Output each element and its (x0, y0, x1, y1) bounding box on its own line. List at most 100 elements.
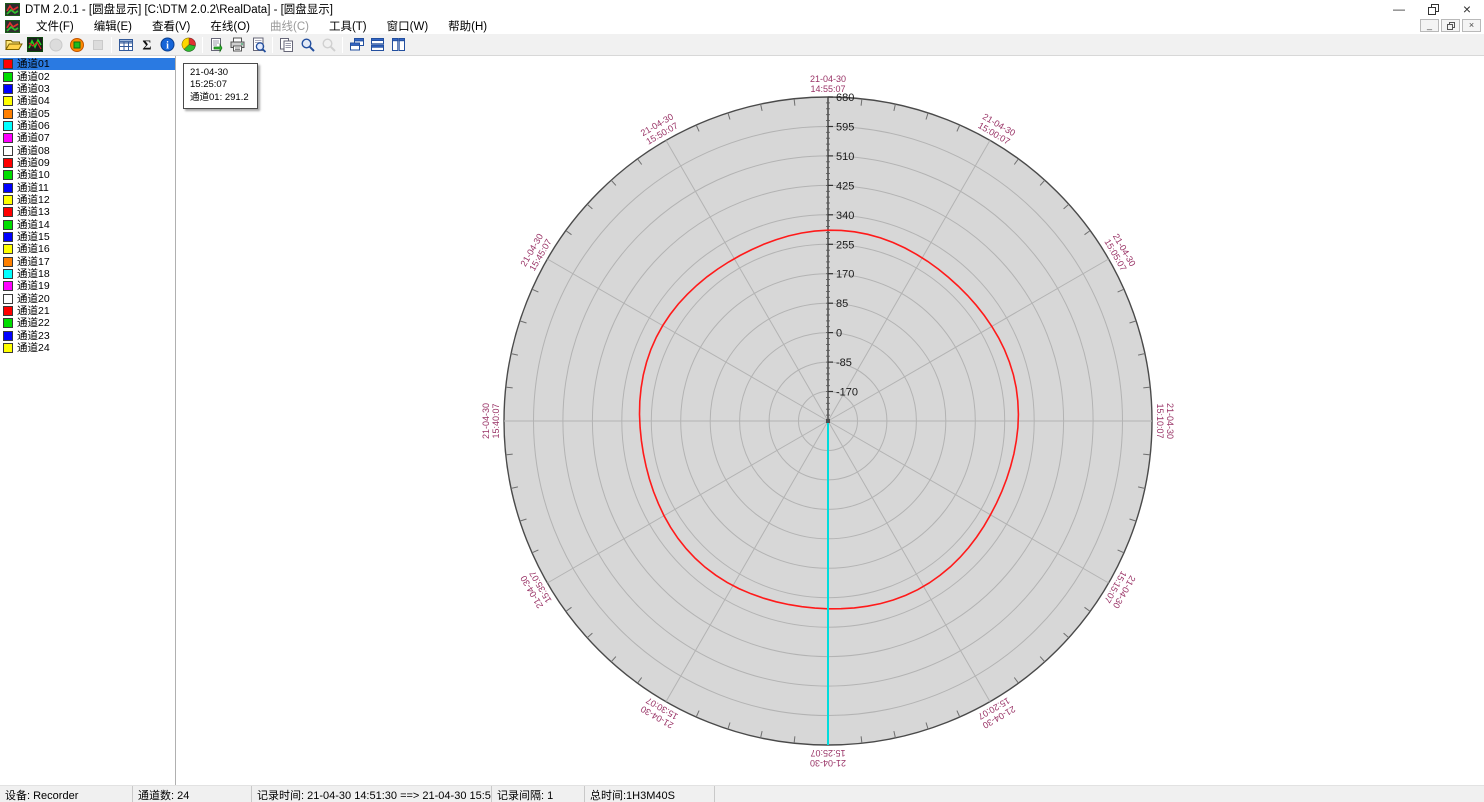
channel-item-通道21[interactable]: 通道21 (0, 305, 175, 317)
mdi-minimize-button[interactable]: _ (1420, 19, 1439, 32)
menu-items: 文件(F)编辑(E)查看(V)在线(O)曲线(C)工具(T)窗口(W)帮助(H) (26, 18, 497, 34)
channel-label: 通道19 (17, 280, 50, 292)
curve-view-button[interactable] (24, 35, 45, 54)
print-preview-button[interactable] (248, 35, 269, 54)
channel-item-通道22[interactable]: 通道22 (0, 317, 175, 329)
export-button[interactable] (206, 35, 227, 54)
status-section-4: 记录间隔: 1 (492, 786, 585, 802)
record-idle-button (45, 35, 66, 54)
menu-4[interactable]: 在线(O) (200, 21, 260, 33)
channel-label: 通道18 (17, 268, 50, 280)
channel-label: 通道07 (17, 132, 50, 144)
channel-item-通道01[interactable]: 通道01 (0, 58, 175, 70)
channel-label: 通道11 (17, 182, 49, 194)
channel-item-通道10[interactable]: 通道10 (0, 169, 175, 181)
channel-item-通道15[interactable]: 通道15 (0, 231, 175, 243)
channel-label: 通道02 (17, 71, 50, 83)
tile-vertical-button[interactable] (388, 35, 409, 54)
menu-3[interactable]: 查看(V) (142, 21, 200, 33)
svg-text:0: 0 (836, 328, 842, 340)
channel-label: 通道12 (17, 194, 50, 206)
channel-item-通道02[interactable]: 通道02 (0, 70, 175, 82)
channel-label: 通道16 (17, 243, 50, 255)
menu-bar: 文件(F)编辑(E)查看(V)在线(O)曲线(C)工具(T)窗口(W)帮助(H)… (0, 18, 1484, 34)
channel-color-swatch (3, 281, 13, 291)
channel-item-通道14[interactable]: 通道14 (0, 218, 175, 230)
record-active-button[interactable] (66, 35, 87, 54)
toolbar-separator (111, 37, 112, 53)
zoom-disabled-icon (321, 37, 337, 53)
menu-1[interactable]: 文件(F) (26, 21, 84, 33)
pie-chart-icon (181, 37, 197, 52)
channel-label: 通道05 (17, 108, 50, 120)
pie-chart-button[interactable] (178, 35, 199, 54)
channel-item-通道16[interactable]: 通道16 (0, 243, 175, 255)
channel-color-swatch (3, 158, 13, 168)
channel-item-通道24[interactable]: 通道24 (0, 342, 175, 354)
channel-item-通道11[interactable]: 通道11 (0, 181, 175, 193)
svg-text:170: 170 (836, 269, 854, 281)
channel-item-通道03[interactable]: 通道03 (0, 83, 175, 95)
menu-6[interactable]: 工具(T) (319, 21, 377, 33)
stop-button (87, 35, 108, 54)
cascade-windows-button[interactable] (346, 35, 367, 54)
svg-text:340: 340 (836, 210, 854, 222)
status-bar: 设备: Recorder通道数: 24记录时间: 21-04-30 14:51:… (0, 785, 1484, 802)
status-section-1: 设备: Recorder (0, 786, 133, 802)
status-section-3: 记录时间: 21-04-30 14:51:30 ==> 21-04-30 15:… (252, 786, 492, 802)
toolbar-separator (342, 37, 343, 53)
close-button[interactable]: × (1450, 0, 1484, 18)
channel-item-通道23[interactable]: 通道23 (0, 330, 175, 342)
channel-item-通道20[interactable]: 通道20 (0, 293, 175, 305)
channel-color-swatch (3, 195, 13, 205)
channel-item-通道07[interactable]: 通道07 (0, 132, 175, 144)
mdi-close-button[interactable]: × (1462, 19, 1481, 32)
record-active-icon (69, 37, 85, 53)
channel-item-通道05[interactable]: 通道05 (0, 107, 175, 119)
mdi-restore-icon (1447, 22, 1455, 30)
channel-color-swatch (3, 170, 13, 180)
toolbar: Σi (0, 34, 1484, 56)
zoom-button[interactable] (297, 35, 318, 54)
print-button[interactable] (227, 35, 248, 54)
title-bar: DTM 2.0.1 - [圆盘显示] [C:\DTM 2.0.2\RealDat… (0, 0, 1484, 18)
cascade-windows-icon (349, 37, 365, 52)
channel-item-通道13[interactable]: 通道13 (0, 206, 175, 218)
minimize-button[interactable]: — (1382, 0, 1416, 18)
channel-label: 通道06 (17, 120, 50, 132)
channel-label: 通道14 (17, 219, 50, 231)
channel-color-swatch (3, 294, 13, 304)
status-section-5: 总时间:1H3M40S (585, 786, 715, 802)
svg-text:-170: -170 (836, 387, 858, 399)
channel-item-通道09[interactable]: 通道09 (0, 157, 175, 169)
channel-item-通道18[interactable]: 通道18 (0, 268, 175, 280)
data-tooltip: 21-04-30 15:25:07 通道01: 291.2 (183, 63, 258, 109)
menu-8[interactable]: 帮助(H) (438, 21, 497, 33)
channel-item-通道06[interactable]: 通道06 (0, 120, 175, 132)
mdi-window-controls: _ × (1420, 19, 1481, 32)
copy-button[interactable] (276, 35, 297, 54)
menu-2[interactable]: 编辑(E) (84, 21, 142, 33)
channel-item-通道12[interactable]: 通道12 (0, 194, 175, 206)
channel-item-通道19[interactable]: 通道19 (0, 280, 175, 292)
channel-color-swatch (3, 244, 13, 254)
channel-item-通道17[interactable]: 通道17 (0, 256, 175, 268)
statistics-sigma-button[interactable]: Σ (136, 35, 157, 54)
data-table-button[interactable] (115, 35, 136, 54)
channel-item-通道08[interactable]: 通道08 (0, 144, 175, 156)
toolbar-separator (202, 37, 203, 53)
document-icon (5, 20, 20, 33)
menu-7[interactable]: 窗口(W) (377, 21, 439, 33)
polar-chart[interactable]: 680595510425340255170850-85-17021-04-301… (176, 56, 1484, 785)
tile-horizontal-button[interactable] (367, 35, 388, 54)
info-button[interactable]: i (157, 35, 178, 54)
mdi-restore-button[interactable] (1441, 19, 1460, 32)
open-file-button[interactable] (3, 35, 24, 54)
svg-text:21-04-3014:55:07: 21-04-3014:55:07 (810, 74, 846, 94)
restore-button[interactable] (1416, 0, 1450, 18)
channel-item-通道04[interactable]: 通道04 (0, 95, 175, 107)
channel-color-swatch (3, 318, 13, 328)
main-area: 通道01通道02通道03通道04通道05通道06通道07通道08通道09通道10… (0, 56, 1484, 785)
channel-label: 通道21 (17, 305, 50, 317)
svg-text:i: i (166, 41, 169, 52)
